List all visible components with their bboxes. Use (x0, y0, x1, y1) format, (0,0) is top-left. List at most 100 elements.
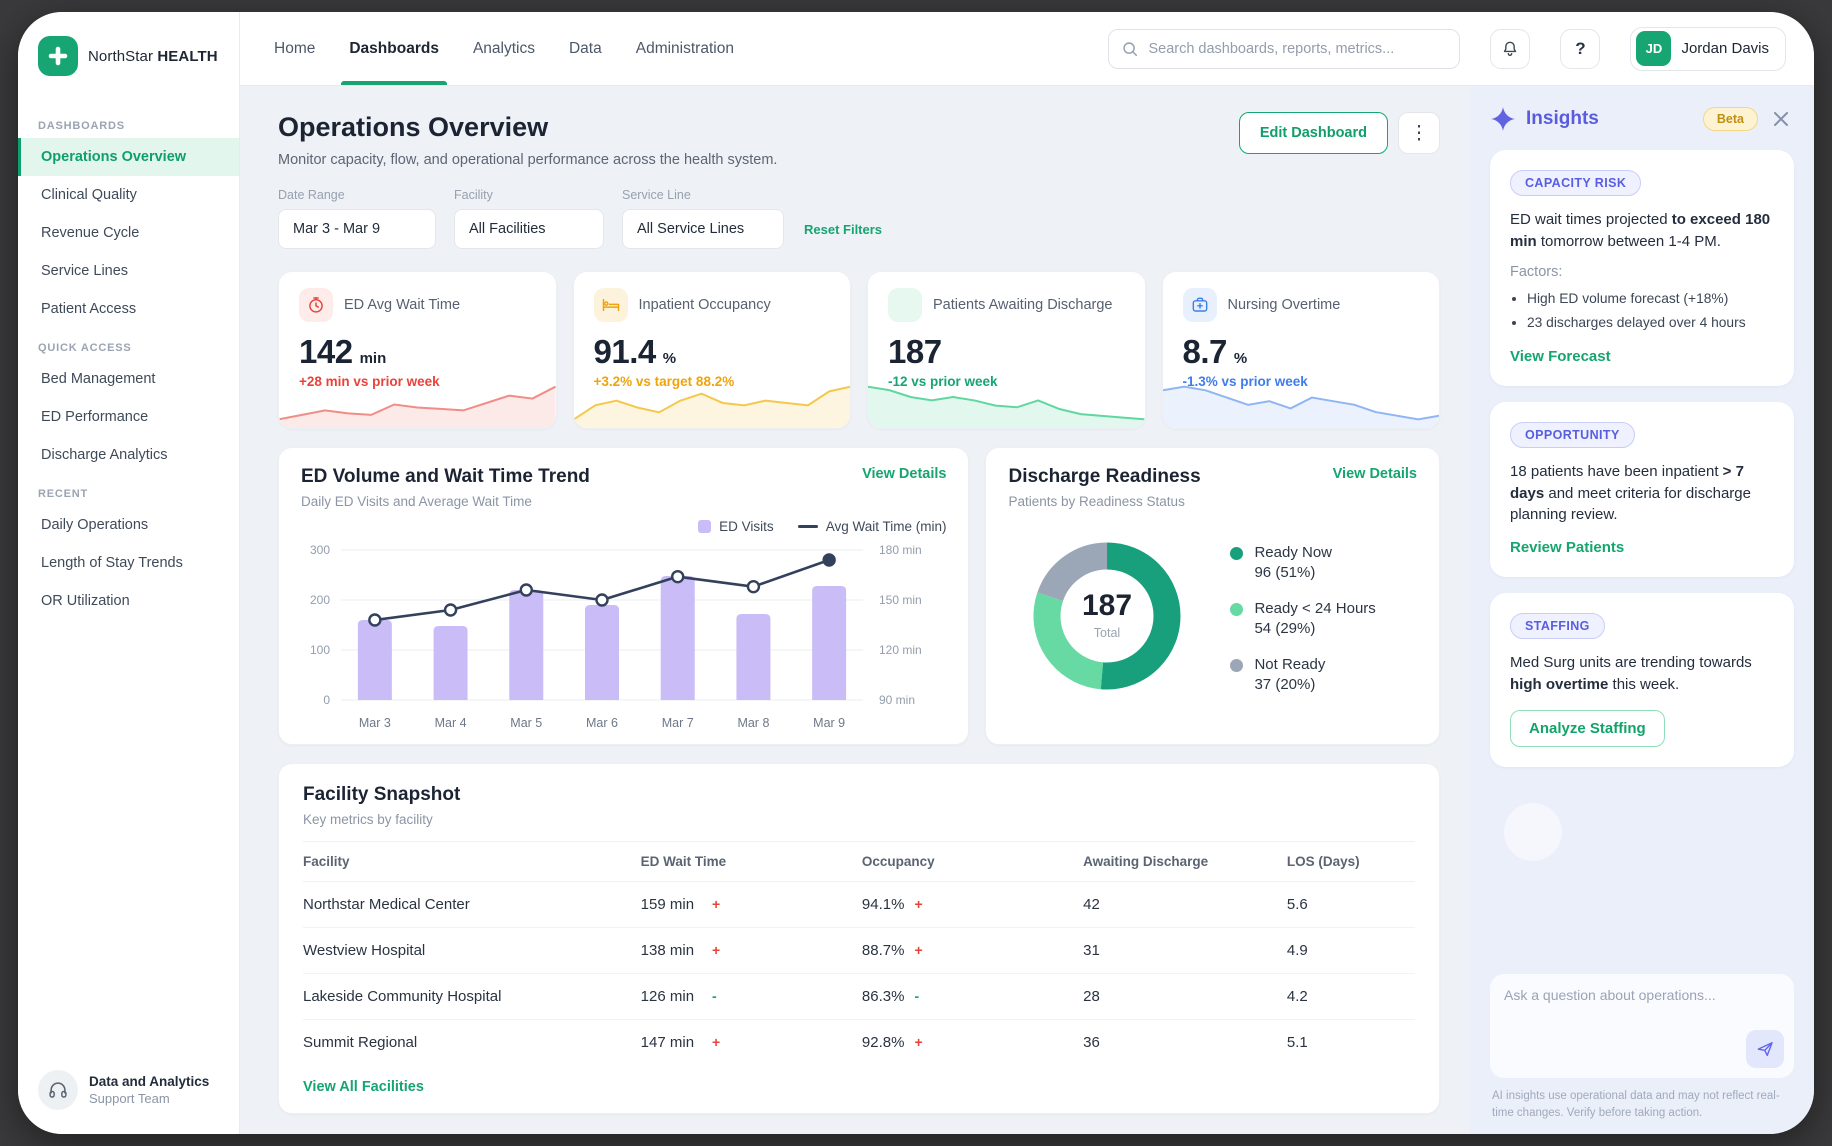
legend-not-ready: Not Ready37 (20%) (1230, 656, 1375, 693)
headphones-icon (38, 1070, 78, 1110)
discharge-view-details-link[interactable]: View Details (1333, 466, 1417, 482)
sidebar-item-bed-management[interactable]: Bed Management (18, 360, 239, 398)
cell-occupancy: 86.3% (862, 988, 905, 1005)
support-team-title: Data and Analytics (89, 1074, 209, 1089)
more-options-button[interactable]: ⋮ (1398, 112, 1440, 154)
analyze-staffing-button[interactable]: Analyze Staffing (1510, 710, 1665, 747)
notifications-button[interactable] (1490, 29, 1530, 69)
edit-dashboard-button[interactable]: Edit Dashboard (1239, 112, 1388, 154)
kpi-label: Inpatient Occupancy (639, 297, 771, 313)
reset-filters-link[interactable]: Reset Filters (804, 222, 882, 249)
legend-value: 54 (29%) (1254, 620, 1375, 637)
service-line-select[interactable]: All Service Lines (622, 209, 784, 249)
svg-text:Mar 3: Mar 3 (359, 716, 391, 730)
kpi-card-inpatient-occupancy: Inpatient Occupancy 91.4% +3.2% vs targe… (573, 271, 852, 429)
trend-indicator: - (712, 988, 717, 1004)
clock-icon (299, 288, 333, 322)
close-icon[interactable] (1768, 106, 1794, 132)
sidebar-footer-support[interactable]: Data and Analytics Support Team (18, 1052, 239, 1134)
wait-time-legend-label: Avg Wait Time (min) (826, 519, 947, 534)
cell-ed-wait: 138 min (641, 942, 694, 959)
filters-bar: Date Range Mar 3 - Mar 9 Facility All Fa… (278, 188, 1440, 249)
ed-visits-legend-swatch (698, 520, 711, 533)
nav-item-dashboards[interactable]: Dashboards (347, 12, 441, 85)
ask-question-input[interactable] (1504, 987, 1780, 1045)
top-navigation-bar: Home Dashboards Analytics Data Administr… (240, 12, 1814, 86)
sparkline-chart (574, 378, 851, 428)
ready-now-dot (1230, 547, 1243, 560)
send-button[interactable] (1746, 1030, 1784, 1068)
kpi-label: Nursing Overtime (1228, 297, 1341, 313)
legend-label: Not Ready (1254, 656, 1325, 673)
svg-text:90 min: 90 min (879, 693, 915, 707)
facility-label: Facility (454, 188, 604, 202)
sidebar-item-service-lines[interactable]: Service Lines (18, 252, 239, 290)
table-row-lakeside[interactable]: Lakeside Community Hospital 126 min- 86.… (303, 974, 1415, 1020)
search-icon (1121, 40, 1139, 58)
table-row-westview[interactable]: Westview Hospital 138 min+ 88.7%+ 31 4.9 (303, 928, 1415, 974)
cell-occupancy: 88.7% (862, 942, 905, 959)
cell-facility: Summit Regional (303, 1034, 641, 1051)
col-facility: Facility (303, 854, 641, 869)
sidebar: NorthStar HEALTH DASHBOARDS Operations O… (18, 12, 240, 1134)
col-awaiting-discharge: Awaiting Discharge (1083, 854, 1287, 869)
nav-item-home[interactable]: Home (272, 12, 317, 85)
capacity-risk-badge: CAPACITY RISK (1510, 170, 1641, 196)
date-range-label: Date Range (278, 188, 436, 202)
user-menu[interactable]: JD Jordan Davis (1630, 27, 1786, 71)
cell-ed-wait: 126 min (641, 988, 694, 1005)
svg-text:180 min: 180 min (879, 543, 922, 557)
ready-24-dot (1230, 603, 1243, 616)
ed-chart-view-details-link[interactable]: View Details (862, 466, 946, 482)
svg-text:Mar 5: Mar 5 (510, 716, 542, 730)
discharge-readiness-title: Discharge Readiness (1008, 466, 1200, 488)
sidebar-item-patient-access[interactable]: Patient Access (18, 290, 239, 328)
view-all-facilities-link[interactable]: View All Facilities (303, 1065, 1415, 1103)
trend-indicator: + (914, 896, 922, 912)
cell-ed-wait: 159 min (641, 896, 694, 913)
user-name: Jordan Davis (1681, 40, 1769, 57)
legend-label: Ready Now (1254, 544, 1332, 561)
svg-text:120 min: 120 min (879, 643, 922, 657)
sidebar-item-daily-operations[interactable]: Daily Operations (18, 506, 239, 544)
nav-item-data[interactable]: Data (567, 12, 604, 85)
svg-text:150 min: 150 min (879, 593, 922, 607)
discharge-readiness-card: Discharge Readiness Patients by Readines… (985, 447, 1440, 745)
section-title-quick-access: QUICK ACCESS (18, 328, 239, 360)
facility-table: Facility ED Wait Time Occupancy Awaiting… (303, 841, 1415, 1065)
sidebar-item-ed-performance[interactable]: ED Performance (18, 398, 239, 436)
ask-question-box[interactable] (1490, 974, 1794, 1078)
kpi-value: 8.7 (1183, 333, 1227, 371)
insight-card-opportunity: OPPORTUNITY 18 patients have been inpati… (1490, 402, 1794, 577)
sidebar-item-or-utilization[interactable]: OR Utilization (18, 582, 239, 620)
sidebar-item-operations-overview[interactable]: Operations Overview (18, 138, 239, 176)
table-row-summit[interactable]: Summit Regional 147 min+ 92.8%+ 36 5.1 (303, 1020, 1415, 1065)
svg-text:Mar 9: Mar 9 (813, 716, 845, 730)
opportunity-text: 18 patients have been inpatient > 7 days… (1510, 461, 1774, 526)
nav-item-administration[interactable]: Administration (634, 12, 736, 85)
svg-text:Total: Total (1094, 626, 1120, 640)
search-input[interactable] (1148, 41, 1447, 57)
facility-select[interactable]: All Facilities (454, 209, 604, 249)
factors-label: Factors: (1510, 264, 1774, 280)
nav-item-analytics[interactable]: Analytics (471, 12, 537, 85)
faded-avatar-placeholder (1504, 803, 1562, 861)
facility-table-header: Facility ED Wait Time Occupancy Awaiting… (303, 841, 1415, 882)
table-row-northstar[interactable]: Northstar Medical Center 159 min+ 94.1%+… (303, 882, 1415, 928)
date-range-select[interactable]: Mar 3 - Mar 9 (278, 209, 436, 249)
support-team-subtitle: Support Team (89, 1091, 209, 1106)
review-patients-link[interactable]: Review Patients (1510, 539, 1624, 556)
sidebar-item-clinical-quality[interactable]: Clinical Quality (18, 176, 239, 214)
sidebar-item-length-of-stay-trends[interactable]: Length of Stay Trends (18, 544, 239, 582)
ed-chart-legend: ED Visits Avg Wait Time (min) (301, 519, 946, 534)
medical-kit-icon (1183, 288, 1217, 322)
view-forecast-link[interactable]: View Forecast (1510, 348, 1611, 365)
sidebar-item-revenue-cycle[interactable]: Revenue Cycle (18, 214, 239, 252)
sidebar-item-discharge-analytics[interactable]: Discharge Analytics (18, 436, 239, 474)
help-button[interactable]: ? (1560, 29, 1600, 69)
global-search[interactable] (1108, 29, 1460, 69)
app-window: NorthStar HEALTH DASHBOARDS Operations O… (18, 12, 1814, 1134)
service-line-label: Service Line (622, 188, 784, 202)
bell-icon (1500, 39, 1520, 59)
insight-card-staffing: STAFFING Med Surg units are trending tow… (1490, 593, 1794, 767)
